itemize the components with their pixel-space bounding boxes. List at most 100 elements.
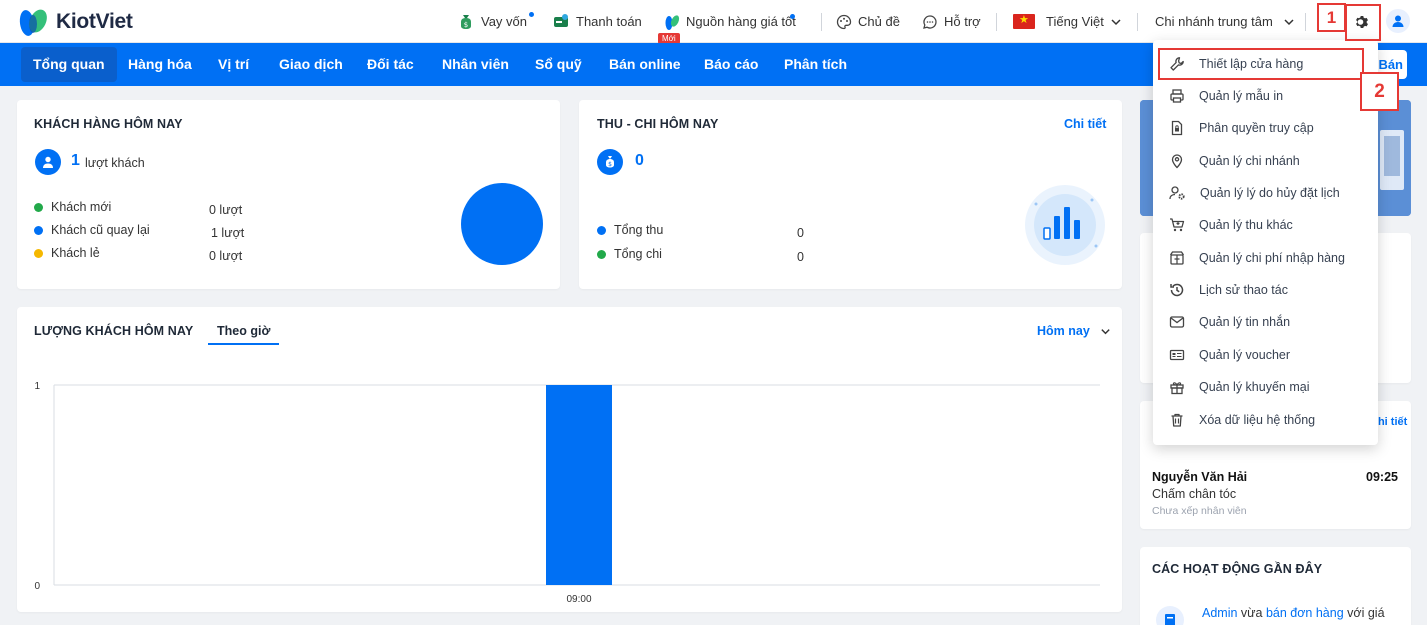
nav-products[interactable]: Hàng hóa: [116, 47, 204, 82]
activity-text: vừa: [1237, 606, 1266, 620]
menu-label: Quản lý lý do hủy đặt lịch: [1200, 186, 1340, 200]
green-dot: [597, 249, 606, 259]
menu-delete-data[interactable]: Xóa dữ liệu hệ thống: [1153, 404, 1378, 436]
legend-label: Khách mới: [51, 200, 112, 214]
highlight-settings-button: [1345, 4, 1381, 41]
menu-other-income[interactable]: Quản lý thu khác: [1153, 209, 1378, 241]
legend-label: Khách cũ quay lại: [51, 223, 150, 237]
cashflow-total: 0: [635, 152, 644, 169]
kiotviet-logo-icon: [16, 6, 50, 38]
user-icon: [1392, 15, 1404, 27]
menu-access-permissions[interactable]: Phân quyền truy cập: [1153, 112, 1378, 144]
cashflow-today-title: THU - CHI HÔM NAY: [597, 117, 719, 131]
menu-messages[interactable]: Quản lý tin nhắn: [1153, 306, 1378, 338]
trash-icon: [1171, 413, 1183, 427]
money-bag-icon: $: [597, 149, 623, 175]
palette-icon: [836, 14, 852, 29]
total-income-value: 0: [797, 226, 804, 240]
legend-label: Tổng thu: [614, 223, 664, 237]
nav-online-sales[interactable]: Bán online: [597, 47, 693, 82]
language-select[interactable]: Tiếng Việt: [1013, 0, 1122, 43]
step-1-badge: 1: [1317, 3, 1346, 32]
green-dot: [34, 202, 43, 212]
menu-label: Quản lý thu khác: [1199, 218, 1293, 232]
branch-label: Chi nhánh trung tâm: [1155, 14, 1273, 29]
nav-reports[interactable]: Báo cáo: [692, 47, 770, 82]
customer-icon: [35, 149, 61, 175]
loan-notification-dot: [529, 12, 534, 17]
header-divider: [996, 13, 997, 31]
nav-overview[interactable]: Tổng quan: [21, 47, 117, 82]
menu-cancel-reasons[interactable]: Quản lý lý do hủy đặt lịch: [1153, 177, 1378, 209]
theme-link[interactable]: Chủ đề: [836, 0, 900, 43]
nav-locations[interactable]: Vị trí: [206, 47, 261, 82]
gift-icon: [1170, 382, 1184, 395]
document-lock-icon: [1171, 120, 1183, 136]
theme-label: Chủ đề: [858, 14, 900, 29]
location-pin-icon: [1171, 154, 1183, 169]
user-gear-icon: [1169, 186, 1185, 200]
menu-label: Quản lý voucher: [1199, 348, 1291, 362]
settings-dropdown-menu: Thiết lập cửa hàng Quản lý mẫu in Phân q…: [1153, 40, 1378, 445]
chart-bar: [546, 385, 612, 585]
supply-link[interactable]: Nguồn hàng giá tốt: [664, 0, 796, 43]
activity-action-link[interactable]: bán đơn hàng: [1266, 606, 1344, 620]
header-divider: [1137, 13, 1138, 31]
chevron-down-icon: [1284, 18, 1294, 25]
nav-analytics[interactable]: Phân tích: [772, 47, 859, 82]
total-expense-value: 0: [797, 250, 804, 264]
customer-pie-chart: [461, 183, 543, 265]
shopping-cart-icon: [1170, 218, 1185, 232]
cashflow-today-card: THU - CHI HÔM NAY Chi tiết $ 0 Tổng thu …: [579, 100, 1122, 289]
pie-slice-returning: [461, 183, 543, 265]
menu-print-templates[interactable]: Quản lý mẫu in: [1153, 80, 1378, 112]
menu-label: Quản lý chi phí nhập hàng: [1199, 251, 1345, 265]
booking-customer-name: Nguyễn Văn Hải: [1152, 470, 1248, 484]
highlight-store-settings: [1158, 48, 1364, 80]
top-header: KiotViet $ Vay vốn Thanh toán Nguồn hàng…: [0, 0, 1427, 44]
user-account-button[interactable]: [1386, 9, 1410, 33]
customer-count: 1: [71, 152, 80, 169]
header-divider: [1305, 13, 1306, 31]
loan-label: Vay vốn: [481, 14, 528, 29]
payment-link[interactable]: Thanh toán: [553, 0, 642, 43]
loan-link[interactable]: $ Vay vốn: [457, 0, 534, 43]
menu-activity-history[interactable]: Lịch sử thao tác: [1153, 274, 1378, 306]
activity-icon: [1156, 606, 1184, 625]
nav-partners[interactable]: Đối tác: [355, 47, 426, 82]
support-link[interactable]: Hỗ trợ: [922, 0, 981, 43]
step-2-badge: 2: [1360, 72, 1399, 111]
printer-icon: [1170, 89, 1184, 103]
language-label: Tiếng Việt: [1046, 14, 1104, 29]
supply-k-icon: [665, 14, 680, 30]
menu-label: Xóa dữ liệu hệ thống: [1199, 413, 1316, 427]
menu-label: Phân quyền truy cập: [1199, 121, 1314, 135]
recent-activity-text: Admin vừa bán đơn hàng với giá: [1202, 606, 1385, 620]
yellow-dot: [34, 248, 43, 258]
menu-label: Lịch sử thao tác: [1199, 283, 1288, 297]
supply-label: Nguồn hàng giá tốt: [686, 14, 796, 29]
x-tick-label: 09:00: [566, 594, 591, 605]
menu-promotions[interactable]: Quản lý khuyến mại: [1153, 371, 1378, 403]
customer-count-unit: lượt khách: [85, 156, 145, 170]
legend-new-customers: Khách mới: [34, 200, 111, 214]
branch-select[interactable]: Chi nhánh trung tâm: [1155, 0, 1295, 43]
y-tick-label: 1: [34, 381, 40, 392]
payment-icon: [554, 14, 568, 27]
nav-transactions[interactable]: Giao dịch: [267, 47, 355, 82]
menu-vouchers[interactable]: Quản lý voucher: [1153, 339, 1378, 371]
legend-label: Tổng chi: [614, 247, 662, 261]
history-icon: [1170, 283, 1184, 297]
svg-text:$: $: [608, 161, 612, 168]
y-tick-label: 0: [34, 581, 40, 592]
menu-import-costs[interactable]: Quản lý chi phí nhập hàng: [1153, 242, 1378, 274]
nav-employees[interactable]: Nhân viên: [430, 47, 521, 82]
menu-branches[interactable]: Quản lý chi nhánh: [1153, 145, 1378, 177]
cashflow-detail-link[interactable]: Chi tiết: [1064, 117, 1106, 131]
menu-label: Quản lý tin nhắn: [1199, 315, 1291, 329]
nav-cashbook[interactable]: Sổ quỹ: [523, 47, 594, 82]
blue-dot: [34, 225, 43, 235]
activity-user-link[interactable]: Admin: [1202, 606, 1237, 620]
kiotviet-logo[interactable]: KiotViet: [16, 6, 133, 38]
blue-dot: [597, 225, 606, 235]
